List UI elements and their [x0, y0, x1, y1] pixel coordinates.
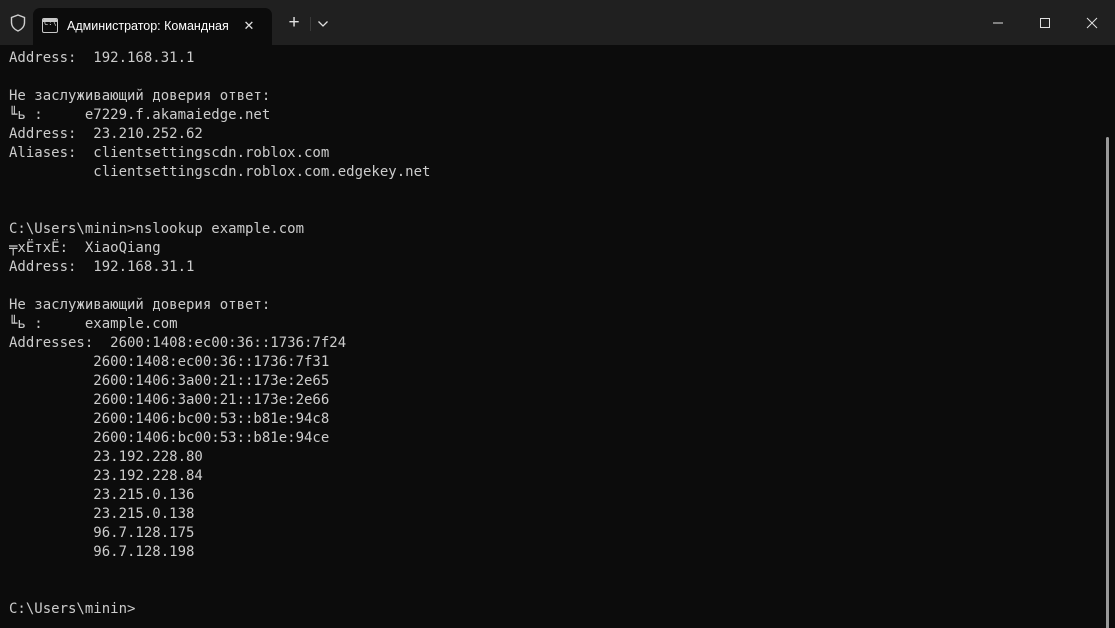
console-line: Aliases: clientsettingscdn.roblox.com — [9, 145, 330, 161]
console-line: 2600:1406:bc00:53::b81e:94ce — [9, 430, 330, 446]
console-line: Address: 192.168.31.1 — [9, 50, 195, 66]
console-line: C:\Users\minin> — [9, 601, 136, 617]
divider — [310, 17, 311, 31]
console-line: Address: 192.168.31.1 — [9, 259, 195, 275]
terminal-icon-text: C:\ — [44, 19, 57, 27]
console-line: Не заслуживающий доверия ответ: — [9, 297, 271, 313]
title-bar: C:\ Администратор: Командная строка ✕ + — [0, 0, 1115, 45]
console-line: Address: 23.210.252.62 — [9, 126, 203, 142]
console-line: 23.215.0.136 — [9, 487, 195, 503]
console-line: 23.215.0.138 — [9, 506, 195, 522]
shield-icon — [8, 13, 28, 33]
scrollbar[interactable] — [1106, 137, 1109, 628]
minimize-icon — [993, 22, 1003, 23]
console-line: ╙ь : e7229.f.akamaiedge.net — [9, 107, 271, 123]
console-line: 2600:1406:bc00:53::b81e:94c8 — [9, 411, 330, 427]
close-icon[interactable]: ✕ — [239, 16, 259, 36]
tab-command-prompt[interactable]: C:\ Администратор: Командная строка ✕ — [33, 8, 272, 45]
terminal-icon: C:\ — [42, 18, 58, 33]
console-line: C:\Users\minin>nslookup example.com — [9, 221, 305, 237]
console-line: 23.192.228.84 — [9, 468, 203, 484]
console-line: 2600:1408:ec00:36::1736:7f31 — [9, 354, 330, 370]
console-line: clientsettingscdn.roblox.com.edgekey.net — [9, 164, 431, 180]
new-tab-button[interactable]: + — [282, 12, 306, 36]
console-line: 2600:1406:3a00:21::173e:2e66 — [9, 392, 330, 408]
maximize-icon — [1040, 17, 1050, 28]
close-icon — [1086, 17, 1098, 28]
minimize-button[interactable] — [975, 0, 1021, 45]
console-line: 23.192.228.80 — [9, 449, 203, 465]
close-window-button[interactable] — [1069, 0, 1115, 45]
console-line: ╙ь : example.com — [9, 316, 178, 332]
console-line: 96.7.128.175 — [9, 525, 195, 541]
tab-title: Администратор: Командная строка — [67, 19, 231, 33]
console-area[interactable]: Address: 192.168.31.1 Не заслуживающий до… — [0, 45, 1115, 628]
console-line: 96.7.128.198 — [9, 544, 195, 560]
console-line: ╤xЁтxЁ: XiaoQiang — [9, 240, 161, 256]
console-output: Address: 192.168.31.1 Не заслуживающий до… — [9, 49, 1094, 624]
chevron-down-icon[interactable] — [312, 12, 334, 36]
maximize-button[interactable] — [1022, 0, 1068, 45]
console-line: Не заслуживающий доверия ответ: — [9, 88, 271, 104]
console-line: 2600:1406:3a00:21::173e:2e65 — [9, 373, 330, 389]
console-line: Addresses: 2600:1408:ec00:36::1736:7f24 — [9, 335, 347, 351]
